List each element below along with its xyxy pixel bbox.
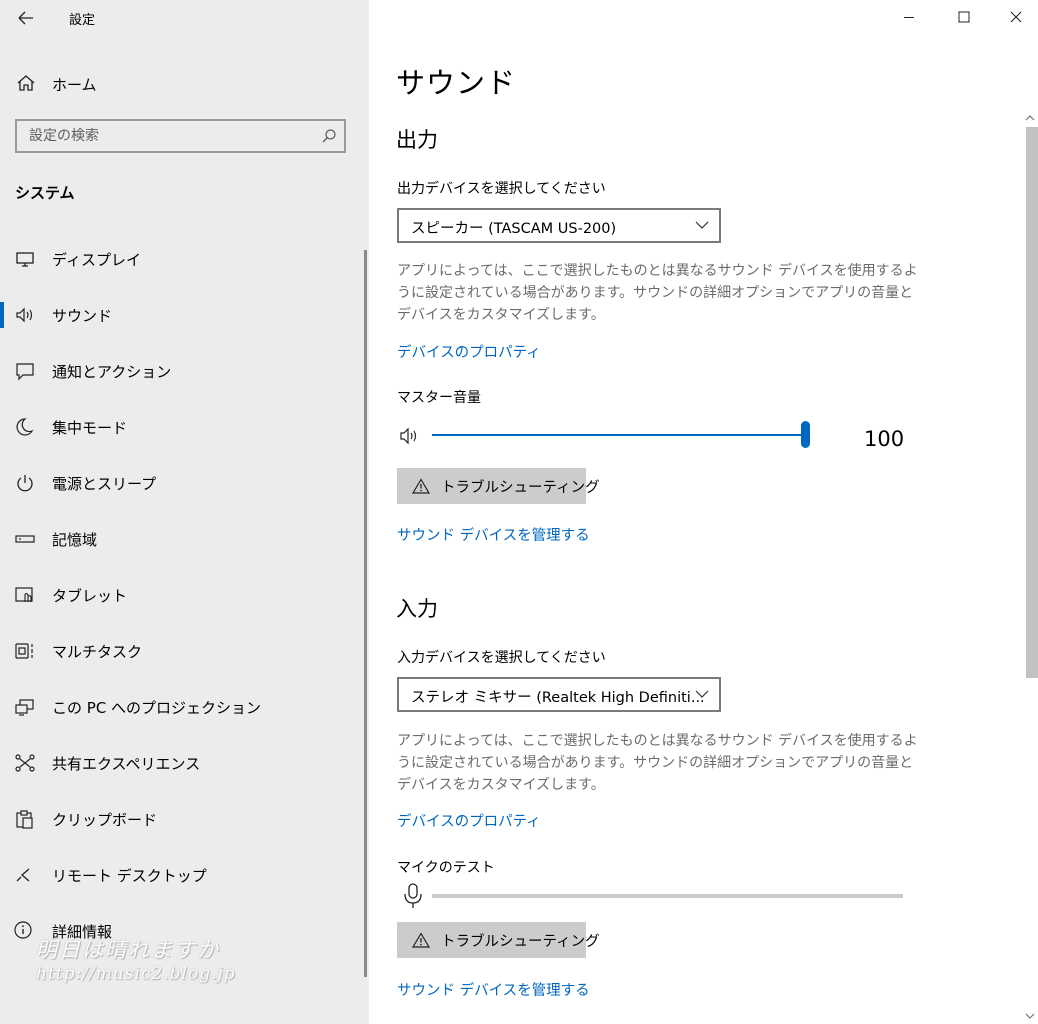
- watermark-url: http://music2.blog.jp: [36, 964, 236, 984]
- input-device-value: ステレオ ミキサー (Realtek High Definiti...: [411, 690, 705, 706]
- input-troubleshoot-button[interactable]: トラブルシューティング: [397, 922, 600, 958]
- scroll-up-icon[interactable]: [1022, 110, 1038, 126]
- watermark-title: 明日は晴れますか: [36, 938, 220, 962]
- sidebar-item-label: マルチタスク: [52, 643, 143, 661]
- section-header: システム: [15, 184, 75, 202]
- scrollbar-thumb[interactable]: [1026, 127, 1038, 678]
- output-device-label: 出力デバイスを選択してください: [397, 181, 606, 197]
- moon-icon: [12, 414, 38, 440]
- sidebar-item-sound[interactable]: サウンド: [0, 293, 360, 337]
- sidebar-item-clipboard[interactable]: クリップボード: [0, 797, 360, 841]
- sidebar-item-label: 集中モード: [52, 419, 128, 437]
- chevron-down-icon: [695, 221, 709, 229]
- notification-icon: [12, 358, 38, 384]
- troubleshoot-label: トラブルシューティング: [441, 934, 600, 950]
- sidebar-item-remote-desktop[interactable]: リモート デスクトップ: [0, 853, 360, 897]
- warning-icon: [412, 478, 430, 494]
- output-device-properties-link[interactable]: デバイスのプロパティ: [397, 341, 541, 362]
- tablet-icon: [12, 582, 38, 608]
- mic-test-label: マイクのテスト: [397, 860, 495, 876]
- main-scrollbar[interactable]: [1022, 110, 1038, 1024]
- power-icon: [12, 470, 38, 496]
- chevron-down-icon: [695, 690, 709, 698]
- warning-icon: [412, 932, 430, 948]
- sidebar-item-tablet[interactable]: タブレット: [0, 573, 360, 617]
- sidebar-item-focus[interactable]: 集中モード: [0, 405, 360, 449]
- home-label: ホーム: [52, 76, 97, 94]
- sidebar-item-label: 記憶域: [52, 531, 98, 549]
- output-device-value: スピーカー (TASCAM US-200): [411, 221, 617, 237]
- scroll-down-icon[interactable]: [1022, 1008, 1038, 1024]
- sidebar-item-label: 共有エクスペリエンス: [52, 755, 201, 773]
- sidebar-item-label: サウンド: [52, 307, 113, 325]
- minimize-icon: [904, 17, 914, 18]
- clipboard-icon: [12, 806, 38, 832]
- input-device-dropdown[interactable]: ステレオ ミキサー (Realtek High Definiti...: [397, 677, 721, 712]
- close-icon: [1010, 11, 1022, 23]
- maximize-icon: [958, 11, 970, 23]
- input-device-label: 入力デバイスを選択してください: [397, 650, 606, 666]
- master-volume-slider-track[interactable]: [432, 434, 806, 436]
- troubleshoot-label: トラブルシューティング: [441, 480, 600, 496]
- search-box[interactable]: [15, 119, 346, 153]
- sidebar-item-multitask[interactable]: マルチタスク: [0, 629, 360, 673]
- minimize-button[interactable]: [886, 0, 932, 34]
- sidebar-item-power[interactable]: 電源とスリープ: [0, 461, 360, 505]
- sidebar-item-storage[interactable]: 記憶域: [0, 517, 360, 561]
- sidebar: 設定 ホーム システム ディスプレイ サウンド 通知とアクション: [0, 0, 369, 1024]
- projection-icon: [12, 694, 38, 720]
- input-heading: 入力: [396, 597, 438, 621]
- sidebar-scrollbar[interactable]: [364, 250, 367, 977]
- sidebar-item-display[interactable]: ディスプレイ: [0, 237, 360, 281]
- search-input[interactable]: [17, 121, 319, 151]
- sidebar-item-shared-experiences[interactable]: 共有エクスペリエンス: [0, 741, 360, 785]
- microphone-icon: [402, 882, 424, 910]
- maximize-button[interactable]: [940, 0, 986, 34]
- sidebar-item-label: 通知とアクション: [52, 363, 172, 381]
- sidebar-item-label: タブレット: [52, 587, 128, 605]
- display-icon: [12, 246, 38, 272]
- sidebar-item-label: クリップボード: [52, 811, 158, 829]
- master-volume-label: マスター音量: [397, 390, 481, 406]
- input-description: アプリによっては、ここで選択したものとは異なるサウンド デバイスを使用するように…: [397, 733, 918, 793]
- back-arrow-icon[interactable]: [10, 4, 40, 32]
- speaker-icon[interactable]: [399, 425, 423, 447]
- output-troubleshoot-button[interactable]: トラブルシューティング: [397, 468, 600, 504]
- input-device-properties-link[interactable]: デバイスのプロパティ: [397, 810, 541, 831]
- info-icon: [12, 918, 38, 944]
- speaker-icon: [12, 302, 38, 328]
- close-button[interactable]: [994, 0, 1038, 34]
- window-title: 設定: [69, 13, 96, 28]
- sidebar-item-home[interactable]: ホーム: [0, 64, 369, 104]
- sidebar-item-label: リモート デスクトップ: [52, 867, 207, 885]
- sidebar-item-label: ディスプレイ: [52, 251, 141, 269]
- shared-experience-icon: [12, 750, 38, 776]
- storage-icon: [12, 526, 38, 552]
- home-icon: [14, 71, 38, 95]
- sidebar-item-label: この PC へのプロジェクション: [52, 699, 262, 717]
- output-device-dropdown[interactable]: スピーカー (TASCAM US-200): [397, 208, 721, 243]
- master-volume-slider-thumb[interactable]: [801, 421, 810, 448]
- search-icon[interactable]: [320, 127, 338, 145]
- remote-desktop-icon: [12, 862, 38, 888]
- sidebar-item-projection[interactable]: この PC へのプロジェクション: [0, 685, 360, 729]
- sidebar-item-label: 電源とスリープ: [52, 475, 157, 493]
- input-manage-devices-link[interactable]: サウンド デバイスを管理する: [397, 979, 590, 1000]
- multitask-icon: [12, 638, 38, 664]
- output-heading: 出力: [396, 128, 438, 152]
- output-manage-devices-link[interactable]: サウンド デバイスを管理する: [397, 524, 590, 545]
- page-title: サウンド: [396, 66, 517, 100]
- sidebar-item-notifications[interactable]: 通知とアクション: [0, 349, 360, 393]
- watermark: 明日は晴れますか http://music2.blog.jp: [36, 934, 286, 994]
- mic-level-meter: [432, 894, 903, 898]
- master-volume-value: 100: [864, 427, 905, 451]
- output-description: アプリによっては、ここで選択したものとは異なるサウンド デバイスを使用するように…: [397, 263, 918, 323]
